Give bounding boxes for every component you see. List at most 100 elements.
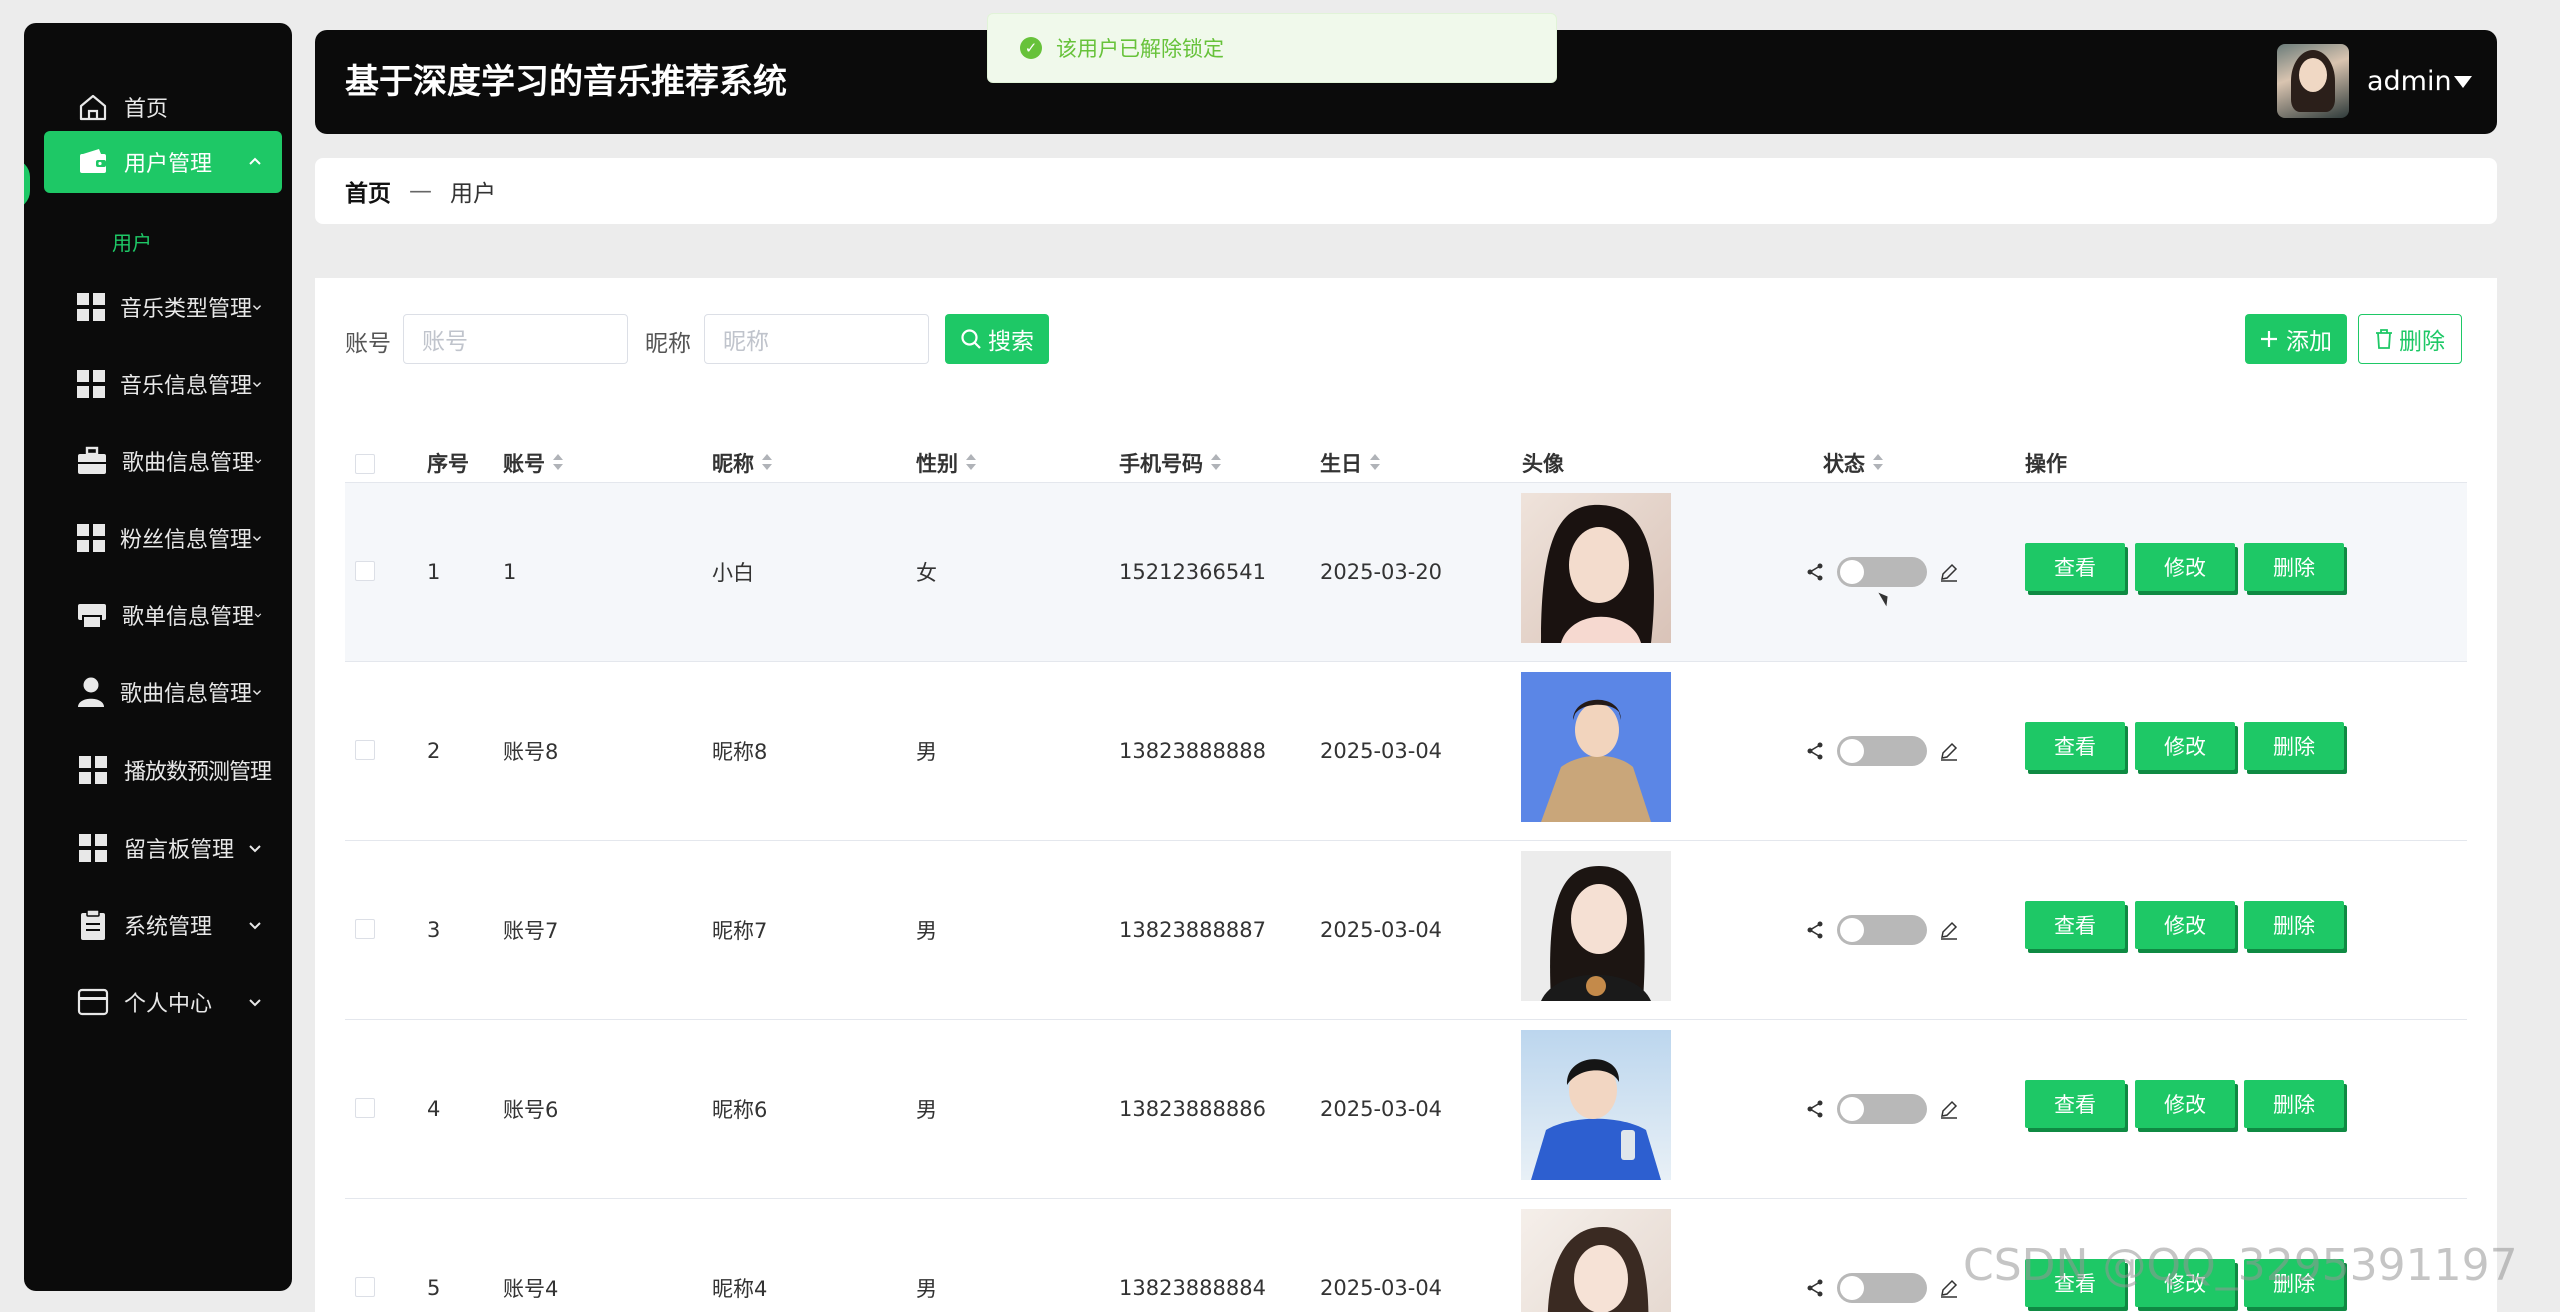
cell-gender: 男 (916, 919, 937, 943)
breadcrumb-separator: — (409, 178, 432, 204)
sidebar-item-play-forecast[interactable]: 播放数预测管理 (44, 739, 282, 801)
sidebar-item-song-info-2[interactable]: 歌曲信息管理 (44, 661, 282, 723)
row-delete-button[interactable]: 删除 (2244, 543, 2344, 591)
search-button[interactable]: 搜索 (945, 314, 1049, 364)
sidebar-item-label: 系统管理 (124, 915, 213, 940)
edit-icon[interactable] (1939, 741, 1959, 761)
row-delete-button[interactable]: 删除 (2244, 1080, 2344, 1128)
cell-birthday: 2025-03-20 (1320, 560, 1443, 584)
view-button[interactable]: 查看 (2025, 722, 2125, 770)
select-all-checkbox[interactable] (355, 454, 375, 474)
edit-icon[interactable] (1939, 562, 1959, 582)
chevron-down-icon (252, 305, 262, 311)
sidebar-item-song-info[interactable]: 歌曲信息管理 (44, 430, 282, 492)
edit-button[interactable]: 修改 (2135, 543, 2235, 591)
header-label: 头像 (1522, 452, 1564, 476)
cell-phone: 15212366541 (1119, 560, 1266, 584)
header-label: 账号 (503, 452, 545, 476)
caret-down-icon[interactable] (2454, 76, 2472, 88)
delete-button[interactable]: 删除 (2358, 314, 2462, 364)
user-name[interactable]: admin (2367, 30, 2452, 134)
sidebar-item-home[interactable]: 首页 (44, 76, 282, 138)
sidebar-item-user-management[interactable]: 用户管理 (44, 131, 282, 193)
edit-button[interactable]: 修改 (2135, 722, 2235, 770)
sort-icon[interactable] (1211, 454, 1221, 472)
nickname-input[interactable]: 昵称 (704, 314, 929, 364)
edit-icon[interactable] (1939, 1278, 1959, 1298)
sort-icon[interactable] (762, 454, 772, 472)
header-label: 操作 (2025, 452, 2067, 476)
home-icon (76, 90, 110, 124)
sidebar-item-label: 首页 (124, 97, 169, 122)
share-icon[interactable] (1805, 1099, 1825, 1119)
user-avatar-image[interactable] (1521, 1209, 1671, 1312)
cell-nickname: 昵称4 (712, 1277, 768, 1301)
sort-icon[interactable] (966, 454, 976, 472)
user-avatar-image[interactable] (1521, 1030, 1671, 1180)
row-checkbox[interactable] (355, 919, 375, 939)
sidebar-item-music-info[interactable]: 音乐信息管理 (44, 353, 282, 415)
cell-gender: 女 (916, 561, 937, 585)
user-avatar-image[interactable] (1521, 851, 1671, 1001)
cell-phone: 13823888886 (1119, 1097, 1266, 1121)
sidebar-item-label: 歌曲信息管理 (120, 682, 253, 707)
edit-button[interactable]: 修改 (2135, 901, 2235, 949)
cell-phone: 13823888888 (1119, 739, 1266, 763)
user-avatar-image[interactable] (1521, 672, 1671, 822)
row-checkbox[interactable] (355, 740, 375, 760)
row-delete-button[interactable]: 删除 (2244, 901, 2344, 949)
sidebar-subitem-users[interactable]: 用户 (112, 227, 152, 256)
share-icon[interactable] (1805, 920, 1825, 940)
cell-phone: 13823888884 (1119, 1276, 1266, 1300)
sort-icon[interactable] (1370, 454, 1380, 472)
cell-nickname: 小白 (712, 561, 754, 585)
status-switch[interactable] (1837, 1094, 1927, 1124)
view-button[interactable]: 查看 (2025, 901, 2125, 949)
row-checkbox[interactable] (355, 561, 375, 581)
cell-birthday: 2025-03-04 (1320, 1276, 1443, 1300)
add-button[interactable]: 添加 (2245, 314, 2347, 364)
share-icon[interactable] (1805, 741, 1825, 761)
sidebar-item-message-board[interactable]: 留言板管理 (44, 817, 282, 879)
avatar[interactable] (2277, 44, 2349, 118)
card-icon (76, 985, 110, 1019)
share-icon[interactable] (1805, 1278, 1825, 1298)
breadcrumb-current: 用户 (450, 181, 496, 207)
row-checkbox[interactable] (355, 1277, 375, 1297)
sidebar-item-label: 个人中心 (124, 992, 213, 1017)
sidebar: 首页 用户管理 用户 音乐类型管理 音乐信息管理 歌曲信息管理 粉丝信息管理 歌… (24, 23, 292, 1291)
row-checkbox[interactable] (355, 1098, 375, 1118)
sidebar-item-music-type[interactable]: 音乐类型管理 (44, 276, 282, 338)
edit-icon[interactable] (1939, 1099, 1959, 1119)
app-title: 基于深度学习的音乐推荐系统 (345, 62, 787, 102)
printer-icon (76, 598, 108, 632)
header-label: 生日 (1320, 452, 1362, 476)
sidebar-item-personal-center[interactable]: 个人中心 (44, 971, 282, 1033)
row-delete-button[interactable]: 删除 (2244, 722, 2344, 770)
breadcrumb-home[interactable]: 首页 (345, 174, 391, 208)
sort-icon[interactable] (553, 454, 563, 472)
table-row: 4 账号6 昵称6 男 13823888886 2025-03-04 查看 修改… (345, 1020, 2467, 1198)
account-label: 账号 (345, 331, 391, 357)
sidebar-item-fan-info[interactable]: 粉丝信息管理 (44, 507, 282, 569)
toast-message: 该用户已解除锁定 (1056, 37, 1224, 61)
share-icon[interactable] (1805, 562, 1825, 582)
status-switch[interactable] (1837, 557, 1927, 587)
status-switch[interactable] (1837, 736, 1927, 766)
user-avatar-image[interactable] (1521, 493, 1671, 643)
status-switch[interactable] (1837, 1273, 1927, 1303)
edit-icon[interactable] (1939, 920, 1959, 940)
cell-account: 1 (503, 560, 517, 584)
main-panel: 账号 账号 昵称 昵称 搜索 添加 删除 序号 账号 昵称 性别 手机号码 生日… (315, 278, 2497, 1312)
edit-button[interactable]: 修改 (2135, 1080, 2235, 1128)
status-switch[interactable] (1837, 915, 1927, 945)
delete-button-label: 删除 (2399, 329, 2445, 355)
view-button[interactable]: 查看 (2025, 543, 2125, 591)
account-input[interactable]: 账号 (403, 314, 628, 364)
sort-icon[interactable] (1873, 454, 1883, 472)
grid-icon (76, 367, 106, 401)
view-button[interactable]: 查看 (2025, 1080, 2125, 1128)
wallet-icon (76, 145, 110, 179)
sidebar-item-system[interactable]: 系统管理 (44, 894, 282, 956)
sidebar-item-playlist-info[interactable]: 歌单信息管理 (44, 584, 282, 646)
